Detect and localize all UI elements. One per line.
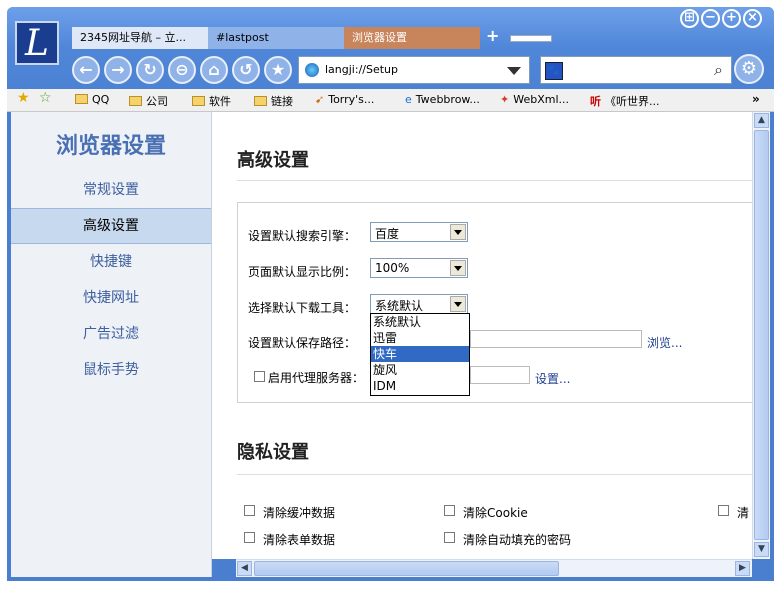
horizontal-scroll-thumb[interactable] <box>254 561 559 576</box>
bookmark-qq[interactable]: QQ <box>75 93 109 106</box>
maximize-icon[interactable]: + <box>722 9 741 28</box>
add-favorite-icon[interactable]: ☆ <box>39 90 52 106</box>
divider <box>237 474 752 475</box>
sidebar-item-shortcuts[interactable]: 快捷键 <box>11 245 211 279</box>
vertical-scroll-thumb[interactable] <box>754 130 769 540</box>
dropdown-arrow-icon[interactable] <box>450 260 466 276</box>
tab-scroll-indicator <box>510 35 552 42</box>
sidebar-item-mouse-gestures[interactable]: 鼠标手势 <box>11 353 211 387</box>
proxy-input[interactable] <box>470 366 530 384</box>
bookmark-torrys[interactable]: ➹ Torry's... <box>315 93 374 106</box>
proxy-settings-link[interactable]: 设置... <box>535 370 570 387</box>
save-path-input[interactable] <box>470 330 642 348</box>
search-engine-icon[interactable]: 🐾 <box>545 62 563 80</box>
tab-2345[interactable]: 2345网址导航 – 立... <box>72 27 208 49</box>
browse-link[interactable]: 浏览... <box>647 334 682 351</box>
settings-gear-icon[interactable]: ⚙ <box>734 54 764 84</box>
scroll-left-icon[interactable]: ◀ <box>237 561 252 576</box>
download-tool-dropdown: 系统默认 迅雷 快车 旋风 IDM <box>370 313 470 396</box>
bookmark-listen-world[interactable]: 听《听世界... <box>590 93 660 109</box>
clear-passwords-label: 清除自动填充的密码 <box>463 533 572 547</box>
clear-history-checkbox[interactable] <box>718 505 729 516</box>
settings-sidebar: 浏览器设置 常规设置 高级设置 快捷键 快捷网址 广告过滤 鼠标手势 <box>11 112 212 577</box>
bookmark-software[interactable]: 软件 <box>192 93 231 109</box>
stop-icon[interactable]: ⊖ <box>168 56 196 84</box>
folder-icon <box>129 96 142 106</box>
favorites-star-icon[interactable]: ★ <box>17 90 30 106</box>
back-icon[interactable]: ← <box>72 56 100 84</box>
bookmarks-bar: ★ ☆ QQ 公司 软件 链接 ➹ Torry's... e Twebbrow...… <box>7 89 774 112</box>
minimize-icon[interactable]: − <box>701 9 720 28</box>
download-tool-select[interactable]: 系统默认 <box>370 294 468 314</box>
search-engine-label: 设置默认搜索引擎： <box>248 229 357 243</box>
option-xunlei[interactable]: 迅雷 <box>371 330 469 346</box>
home-icon[interactable]: ⌂ <box>200 56 228 84</box>
search-engine-select[interactable]: 百度 <box>370 222 468 242</box>
sidebar-item-advanced[interactable]: 高级设置 <box>11 208 211 244</box>
address-dropdown-icon[interactable] <box>507 67 521 75</box>
dropdown-arrow-icon[interactable] <box>450 296 466 312</box>
close-icon[interactable]: × <box>743 9 762 28</box>
clear-history-label: 清 <box>737 506 750 520</box>
new-tab-button[interactable]: + <box>486 26 499 45</box>
vertical-scrollbar[interactable]: ▲ ▼ <box>752 112 770 559</box>
scroll-up-icon[interactable]: ▲ <box>754 113 769 128</box>
download-tool-label: 选择默认下载工具： <box>248 301 357 315</box>
browser-logo: L <box>15 21 59 65</box>
advanced-heading: 高级设置 <box>237 150 309 171</box>
scroll-right-icon[interactable]: ▶ <box>735 561 750 576</box>
horizontal-scrollbar[interactable]: ◀ ▶ <box>236 559 752 577</box>
proxy-checkbox[interactable] <box>254 371 265 382</box>
address-bar[interactable]: langji://Setup <box>298 56 530 84</box>
option-idm[interactable]: IDM <box>371 378 469 394</box>
dropdown-arrow-icon[interactable] <box>450 224 466 240</box>
zoom-select[interactable]: 100% <box>370 258 468 278</box>
listen-icon: 听 <box>590 95 601 108</box>
tab-browser-settings[interactable]: 浏览器设置 <box>344 27 480 49</box>
window-controls: ⊞ − + × <box>680 9 762 28</box>
search-box[interactable]: 🐾 ⌕ <box>540 56 732 84</box>
sidebar-item-general[interactable]: 常规设置 <box>11 173 211 207</box>
proxy-label: 启用代理服务器： <box>268 371 365 385</box>
tile-windows-icon[interactable]: ⊞ <box>680 9 699 28</box>
folder-icon <box>192 96 205 106</box>
forward-icon[interactable]: → <box>104 56 132 84</box>
bookmarks-more-icon[interactable]: » <box>752 92 760 106</box>
clear-cookie-checkbox[interactable] <box>444 505 455 516</box>
undo-icon[interactable]: ↺ <box>232 56 260 84</box>
address-text[interactable]: langji://Setup <box>325 63 398 76</box>
search-icon[interactable]: ⌕ <box>714 60 723 80</box>
option-xuanfeng[interactable]: 旋风 <box>371 362 469 378</box>
folder-icon <box>254 96 267 106</box>
folder-icon <box>75 94 88 104</box>
clear-form-checkbox[interactable] <box>244 532 255 543</box>
bookmark-twebbrowser[interactable]: e Twebbrow... <box>405 93 480 106</box>
zoom-label: 页面默认显示比例： <box>248 265 357 279</box>
privacy-heading: 隐私设置 <box>237 442 309 463</box>
divider <box>237 180 752 181</box>
globe-icon <box>305 63 319 77</box>
clear-form-label: 清除表单数据 <box>263 533 336 547</box>
bookmark-webxml[interactable]: ✦ WebXml... <box>500 93 569 106</box>
sidebar-item-quick-urls[interactable]: 快捷网址 <box>11 281 211 315</box>
option-flashget[interactable]: 快车 <box>371 346 469 362</box>
clear-cookie-label: 清除Cookie <box>463 506 528 520</box>
bookmark-company[interactable]: 公司 <box>129 93 168 109</box>
clear-passwords-checkbox[interactable] <box>444 532 455 543</box>
ie-icon: e <box>405 93 412 106</box>
webxml-icon: ✦ <box>500 93 510 106</box>
save-path-label: 设置默认保存路径： <box>248 336 357 350</box>
clear-cache-label: 清除缓冲数据 <box>263 506 336 520</box>
tab-lastpost[interactable]: #lastpost <box>208 27 344 49</box>
sidebar-item-ad-filter[interactable]: 广告过滤 <box>11 317 211 351</box>
option-system-default[interactable]: 系统默认 <box>371 314 469 330</box>
refresh-icon[interactable]: ↻ <box>136 56 164 84</box>
bookmark-links[interactable]: 链接 <box>254 93 293 109</box>
clear-cache-checkbox[interactable] <box>244 505 255 516</box>
settings-content: 高级设置 设置默认搜索引擎： 百度 页面默认显示比例： 100% 选择默认下载工… <box>212 112 752 559</box>
favorite-star-icon[interactable]: ★ <box>264 56 292 84</box>
scroll-down-icon[interactable]: ▼ <box>754 542 769 557</box>
torry-icon: ➹ <box>315 93 325 106</box>
sidebar-title: 浏览器设置 <box>55 134 166 159</box>
